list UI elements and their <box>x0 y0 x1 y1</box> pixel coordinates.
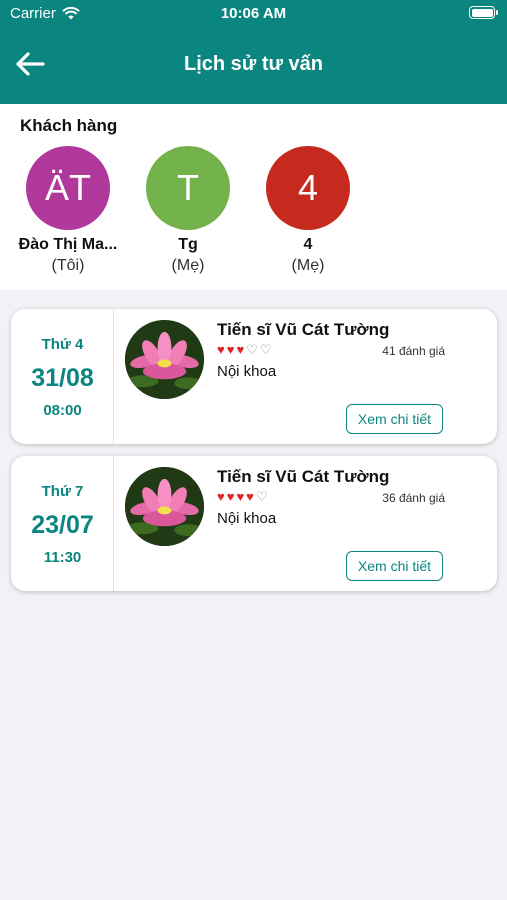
avatar-initials: T <box>177 167 199 208</box>
heart-filled-icon: ♥ <box>226 489 235 504</box>
appointment-time: 11:30 <box>43 549 82 566</box>
customer-item-1[interactable]: ÄT Đào Thị Ma... (Tôi) <box>8 146 128 275</box>
appointment-date-column: Thứ 7 23/07 11:30 <box>11 456 114 591</box>
customer-relation: (Mẹ) <box>291 257 325 274</box>
heart-filled-icon: ♥ <box>226 342 235 357</box>
customer-item-3[interactable]: 4 4 (Mẹ) <box>248 146 368 275</box>
heart-rating: ♥ ♥ ♥ ♥ ♡ <box>217 490 268 504</box>
customer-section-title: Khách hàng <box>20 116 118 135</box>
avatar: 4 <box>266 146 350 230</box>
customer-name: Đào Thị Ma... <box>18 236 118 253</box>
heart-rating: ♥ ♥ ♥ ♡ ♡ <box>217 343 271 357</box>
customer-section: Khách hàng ÄT Đào Thị Ma... (Tôi) T Tg (… <box>0 104 507 290</box>
status-time: 10:06 AM <box>220 5 287 22</box>
appointment-weekday: Thứ 7 <box>41 483 84 500</box>
avatar: ÄT <box>26 146 110 230</box>
lotus-flower-icon <box>125 320 204 399</box>
doctor-specialty: Nội khoa <box>217 510 277 527</box>
doctor-avatar <box>125 467 204 546</box>
customer-relation: (Tôi) <box>51 257 85 274</box>
page-title: Lịch sử tư vấn <box>184 53 323 75</box>
heart-filled-icon: ♥ <box>236 489 245 504</box>
review-count: 36 đánh giá <box>382 491 445 505</box>
appointment-date: 23/07 <box>31 511 94 539</box>
doctor-name: Tiến sĩ Vũ Cát Tường <box>217 320 390 339</box>
avatar-initials: ÄT <box>44 167 91 208</box>
view-details-button[interactable]: Xem chi tiết <box>346 404 443 434</box>
heart-filled-icon: ♥ <box>217 342 225 357</box>
heart-outline-icon: ♡ <box>246 342 258 357</box>
heart-outline-icon: ♡ <box>255 489 268 504</box>
review-count: 41 đánh giá <box>382 344 445 358</box>
heart-outline-icon: ♡ <box>259 342 272 357</box>
avatar-initials: 4 <box>297 167 319 208</box>
status-bar: Carrier 10:06 AM <box>0 0 507 28</box>
customer-name: Tg <box>178 236 198 253</box>
appointment-date: 31/08 <box>31 364 94 392</box>
avatar: T <box>146 146 230 230</box>
heart-filled-icon: ♥ <box>217 489 225 504</box>
view-details-button[interactable]: Xem chi tiết <box>346 551 443 581</box>
consultation-card[interactable]: Thứ 4 31/08 08:00 Tiến sĩ Vũ Cát Tường ♥… <box>11 309 497 444</box>
doctor-avatar <box>125 320 204 399</box>
heart-filled-icon: ♥ <box>236 342 245 357</box>
appointment-time: 08:00 <box>43 402 82 419</box>
appointment-weekday: Thứ 4 <box>41 336 84 353</box>
appointment-date-column: Thứ 4 31/08 08:00 <box>11 309 114 444</box>
battery-icon <box>469 6 498 19</box>
customer-name: 4 <box>303 236 313 253</box>
doctor-name: Tiến sĩ Vũ Cát Tường <box>217 467 390 486</box>
customer-item-2[interactable]: T Tg (Mẹ) <box>128 146 248 275</box>
app-header: Carrier 10:06 AM Lịch sử tư vấn <box>0 0 507 104</box>
heart-filled-icon: ♥ <box>246 489 254 504</box>
doctor-specialty: Nội khoa <box>217 363 277 380</box>
lotus-flower-icon <box>125 467 204 546</box>
customer-relation: (Mẹ) <box>171 257 205 274</box>
consultation-card[interactable]: Thứ 7 23/07 11:30 Tiến sĩ Vũ Cát Tường ♥… <box>11 456 497 591</box>
